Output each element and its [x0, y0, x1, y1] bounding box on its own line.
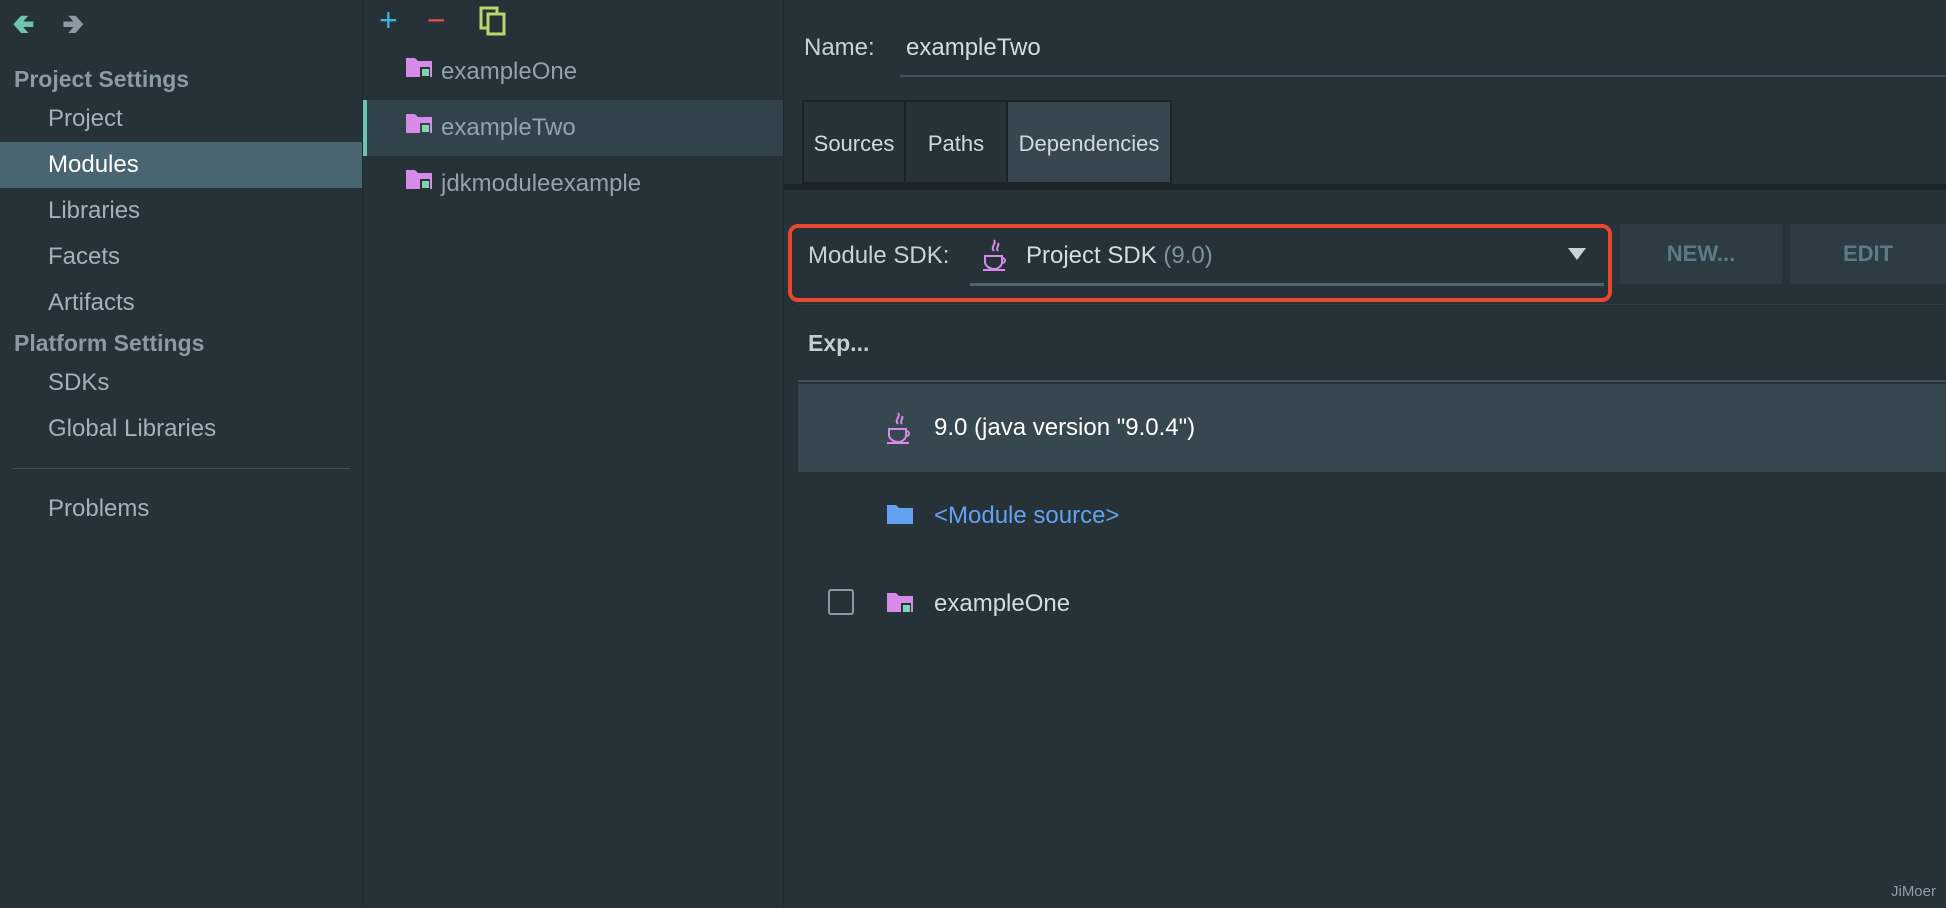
module-sdk-label: Module SDK:	[808, 242, 950, 269]
new-sdk-button[interactable]: NEW...	[1620, 224, 1782, 284]
platform-settings-title: Platform Settings	[14, 330, 205, 356]
module-folder-icon	[886, 590, 914, 619]
chevron-down-icon[interactable]	[1568, 248, 1586, 260]
settings-nav: 🢀 🢂 Project Settings Project Modules Lib…	[0, 0, 363, 908]
dependency-row-sdk[interactable]: 9.0 (java version "9.0.4")	[798, 384, 1946, 472]
module-folder-icon	[405, 43, 433, 99]
tab-dependencies[interactable]: Dependencies	[1006, 100, 1172, 184]
table-header-divider	[798, 380, 1946, 382]
java-icon	[982, 238, 1008, 277]
copy-module-button[interactable]	[479, 6, 507, 41]
dependency-row-exampleone[interactable]: exampleOne	[798, 560, 1946, 648]
nav-item-sdks[interactable]: SDKs	[0, 360, 362, 406]
watermark: JiMoer	[1890, 883, 1936, 900]
dependency-label: exampleOne	[934, 590, 1071, 617]
dependency-label: <Module source>	[934, 502, 1120, 529]
edit-sdk-button[interactable]: EDIT	[1790, 224, 1946, 284]
module-list-panel: + − exampleOne exampleTwo jdkmoduleexamp…	[363, 0, 784, 908]
sdk-combo-underline	[970, 283, 1604, 286]
add-module-button[interactable]: +	[379, 0, 398, 40]
sdk-version: (9.0)	[1163, 242, 1213, 269]
module-label: jdkmoduleexample	[441, 170, 642, 197]
name-label: Name:	[804, 34, 875, 61]
nav-item-project[interactable]: Project	[0, 96, 362, 142]
export-column-header[interactable]: Exp...	[808, 330, 869, 357]
nav-item-modules[interactable]: Modules	[0, 142, 362, 188]
remove-module-button[interactable]: −	[427, 0, 446, 40]
nav-item-artifacts[interactable]: Artifacts	[0, 280, 362, 326]
module-label: exampleTwo	[441, 114, 576, 141]
sdk-name: Project SDK	[1026, 242, 1157, 269]
nav-divider	[12, 468, 350, 469]
java-icon	[886, 411, 912, 450]
copy-icon	[479, 6, 506, 36]
tab-sources[interactable]: Sources	[802, 100, 906, 184]
sdk-dropdown[interactable]: Project SDK (9.0)	[1026, 242, 1213, 270]
tab-bar-baseline	[784, 184, 1946, 190]
module-detail-panel: Name: exampleTwo Sources Paths Dependenc…	[784, 0, 1946, 908]
dependency-label: 9.0 (java version "9.0.4")	[934, 414, 1196, 441]
module-row-jdkmoduleexample[interactable]: jdkmoduleexample	[363, 156, 783, 212]
module-folder-icon	[405, 155, 433, 211]
module-label: exampleOne	[441, 58, 578, 85]
module-row-exampleone[interactable]: exampleOne	[363, 44, 783, 100]
export-checkbox[interactable]	[828, 589, 854, 615]
module-name-input[interactable]: exampleTwo	[906, 34, 1041, 62]
tab-paths[interactable]: Paths	[904, 100, 1008, 184]
back-arrow-icon[interactable]: 🢀	[12, 10, 35, 38]
folder-icon	[886, 502, 914, 531]
name-input-underline	[900, 75, 1946, 77]
nav-item-global-libraries[interactable]: Global Libraries	[0, 406, 362, 452]
module-folder-icon	[405, 99, 433, 155]
module-row-exampletwo[interactable]: exampleTwo	[363, 100, 783, 156]
sdk-separator	[798, 304, 1946, 305]
forward-arrow-icon[interactable]: 🢂	[62, 10, 85, 38]
dependency-row-module-source[interactable]: <Module source>	[798, 472, 1946, 560]
nav-item-facets[interactable]: Facets	[0, 234, 362, 280]
nav-item-problems[interactable]: Problems	[0, 486, 362, 532]
project-settings-title: Project Settings	[14, 66, 190, 92]
nav-item-libraries[interactable]: Libraries	[0, 188, 362, 234]
